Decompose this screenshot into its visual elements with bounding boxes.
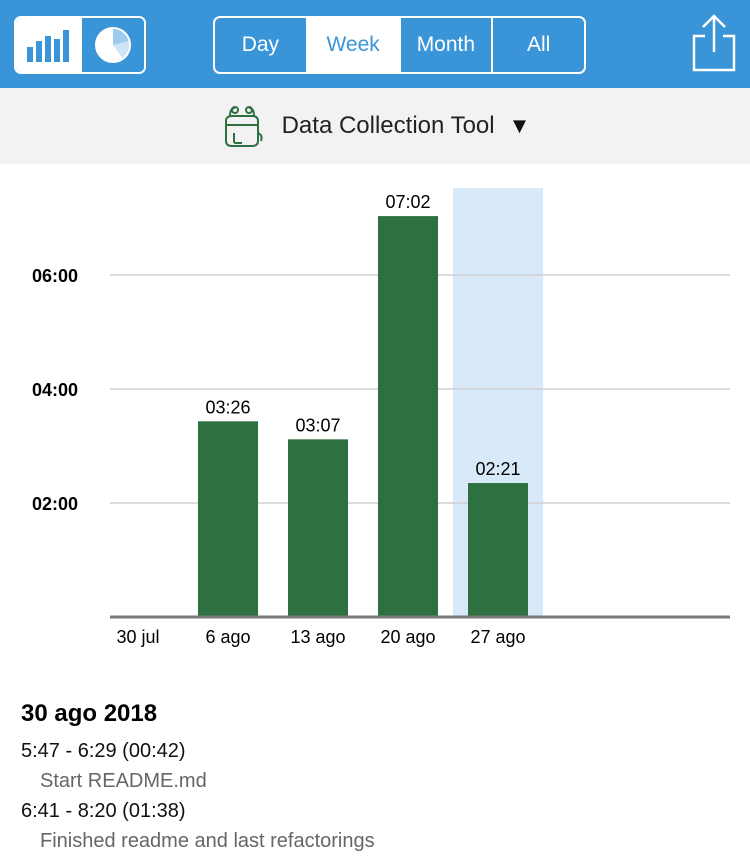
period-month-button[interactable]: Month bbox=[398, 18, 492, 72]
x-tick-label: 30 jul bbox=[116, 627, 159, 647]
top-toolbar: Day Week Month All bbox=[0, 0, 750, 88]
time-entry[interactable]: 6:41 - 8:20 (01:38) Finished readme and … bbox=[21, 796, 731, 856]
period-segmented-control: Day Week Month All bbox=[213, 16, 586, 74]
time-entry-note: Finished readme and last refactorings bbox=[40, 830, 375, 852]
dropdown-caret-icon: ▼ bbox=[508, 113, 531, 138]
weekly-bar-chart: 02:00 04:00 06:00 03:26 03:07 07:02 02:21 30 ju… bbox=[32, 188, 730, 647]
backpack-icon bbox=[224, 106, 263, 147]
period-all-button[interactable]: All bbox=[491, 18, 584, 72]
pie-chart-view-button[interactable] bbox=[80, 18, 144, 72]
bar-value-label: 07:02 bbox=[385, 192, 430, 212]
share-icon[interactable] bbox=[688, 12, 740, 76]
y-tick-label: 02:00 bbox=[32, 494, 78, 514]
bar-chart-icon bbox=[27, 30, 69, 62]
bar-chart-view-button[interactable] bbox=[16, 18, 80, 72]
time-entry-note: Start README.md bbox=[40, 770, 207, 792]
x-tick-label: 20 ago bbox=[380, 627, 435, 647]
bar-value-label: 03:26 bbox=[205, 397, 250, 417]
y-tick-label: 04:00 bbox=[32, 380, 78, 400]
project-selector[interactable]: Data Collection Tool ▼ bbox=[0, 88, 750, 164]
bar bbox=[198, 421, 258, 617]
time-entry-range: 5:47 - 6:29 (00:42) bbox=[21, 740, 186, 762]
time-entry-range: 6:41 - 8:20 (01:38) bbox=[21, 800, 186, 822]
bar bbox=[378, 216, 438, 617]
bar-value-label: 02:21 bbox=[475, 459, 520, 479]
chart-type-toggle bbox=[14, 16, 146, 74]
bar bbox=[288, 439, 348, 617]
x-tick-label: 13 ago bbox=[290, 627, 345, 647]
x-tick-label: 6 ago bbox=[205, 627, 250, 647]
bar-value-label: 03:07 bbox=[295, 415, 340, 435]
day-details: 30 ago 2018 5:47 - 6:29 (00:42) Start RE… bbox=[21, 700, 731, 856]
bar bbox=[468, 483, 528, 617]
details-date: 30 ago 2018 bbox=[21, 700, 158, 727]
y-tick-label: 06:00 bbox=[32, 266, 78, 286]
x-tick-label: 27 ago bbox=[470, 627, 525, 647]
pie-chart-icon bbox=[95, 27, 131, 63]
time-entry[interactable]: 5:47 - 6:29 (00:42) Start README.md bbox=[21, 736, 731, 796]
period-week-button[interactable]: Week bbox=[305, 18, 399, 72]
period-day-button[interactable]: Day bbox=[215, 18, 306, 72]
project-name: Data Collection Tool bbox=[281, 112, 495, 139]
